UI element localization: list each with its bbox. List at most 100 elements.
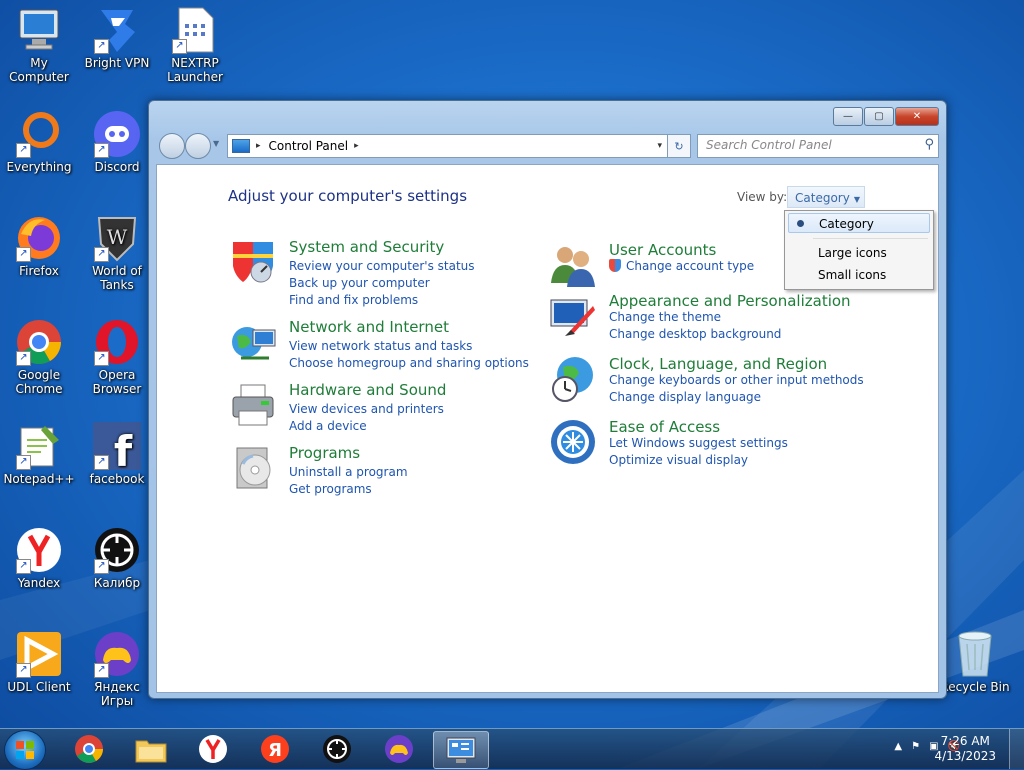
desktop-icon-label: World of Tanks (92, 264, 142, 292)
network-globe-icon (232, 327, 276, 360)
desktop-icon-label: Firefox (19, 264, 59, 278)
search-box[interactable]: ⚲ (697, 134, 939, 158)
desktop-icon-discord[interactable]: ↗ Discord (78, 110, 156, 174)
taskbar-yandex-browser[interactable] (186, 731, 240, 767)
recent-pages-chevron-icon[interactable]: ▼ (213, 139, 219, 148)
desktop-icon-google-chrome[interactable]: ↗ Google Chrome (0, 318, 78, 396)
show-desktop-button[interactable] (1009, 729, 1024, 769)
start-button[interactable] (4, 730, 46, 770)
address-dropdown-icon[interactable]: ▾ (657, 141, 662, 151)
taskbar-clock[interactable]: 7:26 AM 4/13/2023 (934, 734, 996, 764)
task-link[interactable]: Optimize visual display (609, 453, 748, 467)
category-title[interactable]: Appearance and Personalization (609, 292, 851, 310)
shortcut-arrow-icon: ↗ (16, 351, 31, 366)
task-link[interactable]: Find and fix problems (289, 293, 418, 307)
view-option-category[interactable]: Category (788, 213, 930, 233)
search-input[interactable] (698, 135, 911, 155)
view-option-large-icons[interactable]: Large icons (788, 243, 930, 263)
desktop-icon-nextrp[interactable]: ↗ NEXTRP Launcher (156, 6, 234, 84)
view-option-small-icons[interactable]: Small icons (788, 265, 930, 285)
desktop-icon-label: facebook (89, 472, 145, 486)
kalibr-icon (323, 735, 351, 763)
task-link[interactable]: Change desktop background (609, 327, 781, 341)
task-link[interactable]: View network status and tasks (289, 339, 472, 353)
breadcrumb-separator-icon[interactable]: ▸ (256, 141, 261, 151)
category-title[interactable]: User Accounts (609, 241, 716, 259)
shortcut-arrow-icon: ↗ (94, 143, 109, 158)
task-link[interactable]: Let Windows suggest settings (609, 436, 788, 450)
desktop-icon-opera[interactable]: ↗ Opera Browser (78, 318, 156, 396)
task-link[interactable]: Add a device (289, 419, 367, 433)
view-by-label: View by: (737, 190, 788, 204)
desktop-icon-facebook[interactable]: f ↗ facebook (78, 422, 156, 486)
task-link[interactable]: Get programs (289, 482, 372, 496)
address-bar[interactable]: ▸ Control Panel ▸ ▾ (227, 134, 691, 158)
task-link[interactable]: Change the theme (609, 310, 721, 324)
task-link[interactable]: Change keyboards or other input methods (609, 373, 864, 387)
back-button[interactable] (159, 133, 185, 159)
shield-icon (233, 242, 273, 283)
close-button[interactable]: ✕ (895, 107, 939, 126)
clock-date: 4/13/2023 (934, 749, 996, 763)
desktop-icon-yandex-games[interactable]: ↗ Яндекс Игры (78, 630, 156, 708)
breadcrumb-separator-icon[interactable]: ▸ (354, 141, 359, 151)
search-icon[interactable]: ⚲ (924, 137, 934, 152)
taskbar-yandex[interactable]: Я (248, 731, 302, 767)
task-link[interactable]: Choose homegroup and sharing options (289, 356, 529, 370)
shortcut-arrow-icon: ↗ (16, 559, 31, 574)
desktop-icon-udl-client[interactable]: ↗ UDL Client (0, 630, 78, 694)
task-link[interactable]: Review your computer's status (289, 259, 475, 273)
category-title[interactable]: Ease of Access (609, 418, 720, 436)
svg-text:Я: Я (268, 740, 282, 761)
task-link[interactable]: View devices and printers (289, 402, 444, 416)
desktop-icon-my-computer[interactable]: My Computer (0, 6, 78, 84)
yandex-browser-icon (199, 735, 227, 763)
tray-expand-icon[interactable]: ▲ (894, 741, 902, 752)
taskbar-explorer[interactable] (124, 731, 178, 767)
taskbar-kalibr[interactable] (310, 731, 364, 767)
menu-item-label: Category (819, 217, 874, 231)
desktop-icon-label: Bright VPN (84, 56, 150, 70)
category-title[interactable]: Hardware and Sound (289, 381, 446, 399)
taskbar-chrome[interactable] (62, 731, 116, 767)
action-center-flag-icon[interactable]: ⚑ (911, 741, 920, 752)
desktop-icon-kalibr[interactable]: ↗ Калибр (78, 526, 156, 590)
category-title[interactable]: Programs (289, 444, 360, 462)
desktop-icon-label: Notepad++ (3, 472, 75, 486)
recycle-bin-icon (958, 631, 992, 677)
taskbar-yandex-games[interactable] (372, 731, 426, 767)
chrome-icon (75, 735, 103, 763)
desktop-icon-recycle-bin[interactable]: Recycle Bin (936, 630, 1014, 694)
shortcut-arrow-icon: ↗ (16, 663, 31, 678)
desktop-icon-label: Яндекс Игры (94, 680, 140, 708)
uac-shield-icon (609, 259, 621, 272)
desktop-icon-everything[interactable]: ↗ Everything (0, 110, 78, 174)
category-title[interactable]: System and Security (289, 238, 444, 256)
yandex-icon: Я (261, 735, 289, 763)
task-link[interactable]: Back up your computer (289, 276, 430, 290)
desktop-icon-firefox[interactable]: ↗ Firefox (0, 214, 78, 278)
clock-globe-icon (552, 357, 593, 402)
task-link[interactable]: Change display language (609, 390, 761, 404)
folder-icon (135, 740, 167, 763)
task-link[interactable]: Uninstall a program (289, 465, 408, 479)
task-link[interactable]: Change account type (609, 259, 754, 273)
refresh-button[interactable]: ↻ (667, 134, 691, 158)
programs-disc-icon (236, 447, 271, 489)
breadcrumb-control-panel[interactable]: Control Panel (269, 139, 349, 153)
desktop-icon-label: Google Chrome (15, 368, 63, 396)
forward-button[interactable] (185, 133, 211, 159)
desktop-icon-world-of-tanks[interactable]: W ↗ World of Tanks (78, 214, 156, 292)
svg-text:W: W (107, 225, 128, 249)
minimize-button[interactable]: — (833, 107, 863, 126)
view-by-dropdown[interactable]: Category ▼ (787, 186, 865, 208)
desktop-icon-label: Калибр (93, 576, 141, 590)
control-panel-icon (446, 737, 476, 763)
desktop-icon-bright-vpn[interactable]: ↗ Bright VPN (78, 6, 156, 70)
category-title[interactable]: Network and Internet (289, 318, 449, 336)
desktop-icon-yandex[interactable]: ↗ Yandex (0, 526, 78, 590)
category-title[interactable]: Clock, Language, and Region (609, 355, 827, 373)
taskbar-control-panel[interactable] (433, 731, 489, 769)
desktop-icon-notepad-plus[interactable]: ↗ Notepad++ (0, 422, 78, 486)
maximize-button[interactable]: ▢ (864, 107, 894, 126)
